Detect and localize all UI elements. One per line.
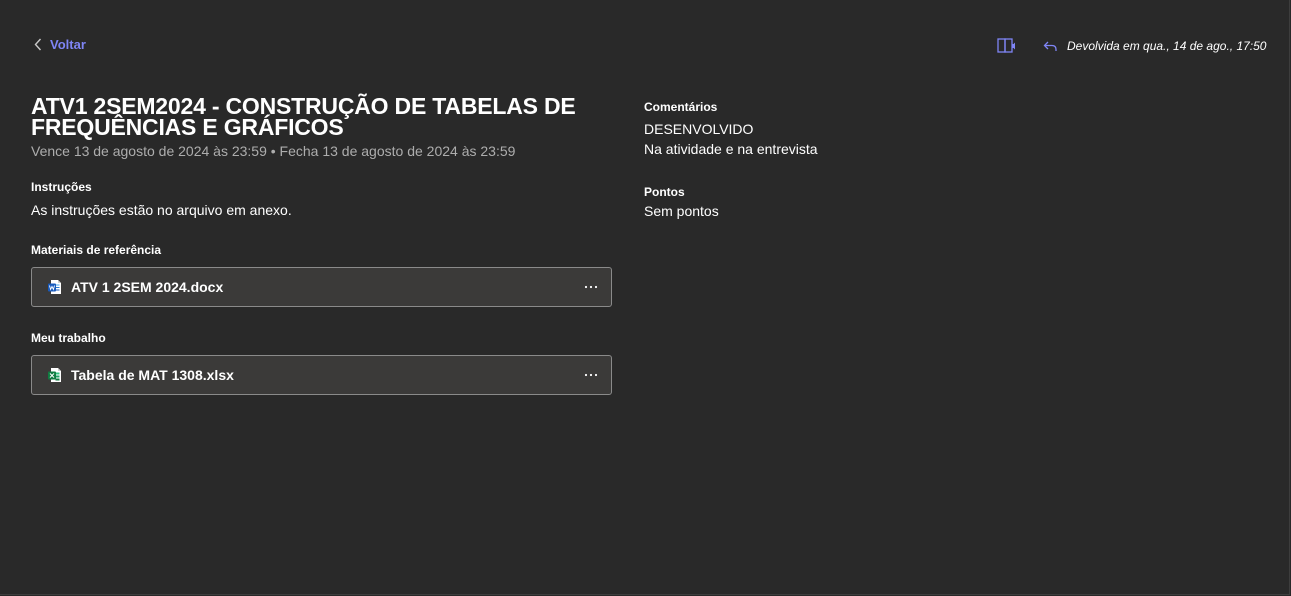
points-label: Pontos <box>644 185 685 199</box>
my-work-label: Meu trabalho <box>31 331 106 345</box>
returned-status-text: Devolvida em qua., 14 de ago., 17:50 <box>1067 39 1267 53</box>
immersive-reader-button[interactable] <box>997 37 1017 55</box>
back-label: Voltar <box>50 37 86 52</box>
comments-label: Comentários <box>644 100 718 114</box>
more-options-button[interactable] <box>583 279 599 295</box>
instructions-label: Instruções <box>31 180 92 194</box>
instructions-text: As instruções estão no arquivo em anexo. <box>31 202 292 218</box>
more-options-icon <box>584 373 598 377</box>
reply-arrow-icon <box>1043 41 1057 51</box>
assignment-title: ATV1 2SEM2024 - CONSTRUÇÃO DE TABELAS DE… <box>31 93 576 140</box>
comments-line-2: Na atividade e na entrevista <box>644 141 818 157</box>
more-options-icon <box>584 285 598 289</box>
assignment-page: Voltar Devolvida em qua., 14 de ago., 17… <box>0 0 1290 595</box>
comments-line-1: DESENVOLVIDO <box>644 121 754 137</box>
more-options-button[interactable] <box>583 367 599 383</box>
my-work-file-card[interactable]: Tabela de MAT 1308.xlsx <box>31 355 612 395</box>
chevron-left-icon <box>34 38 42 51</box>
reference-file-card[interactable]: ATV 1 2SEM 2024.docx <box>31 267 612 307</box>
my-work-file-name: Tabela de MAT 1308.xlsx <box>71 367 234 383</box>
due-date-text: Vence 13 de agosto de 2024 às 23:59 • Fe… <box>31 143 516 159</box>
returned-status: Devolvida em qua., 14 de ago., 17:50 <box>1043 39 1266 53</box>
excel-file-icon <box>48 368 61 382</box>
back-button[interactable]: Voltar <box>34 37 86 52</box>
reference-file-name: ATV 1 2SEM 2024.docx <box>71 279 224 295</box>
points-value: Sem pontos <box>644 203 719 219</box>
word-file-icon <box>48 280 61 294</box>
reference-materials-label: Materiais de referência <box>31 243 162 257</box>
immersive-reader-icon <box>997 38 1015 53</box>
